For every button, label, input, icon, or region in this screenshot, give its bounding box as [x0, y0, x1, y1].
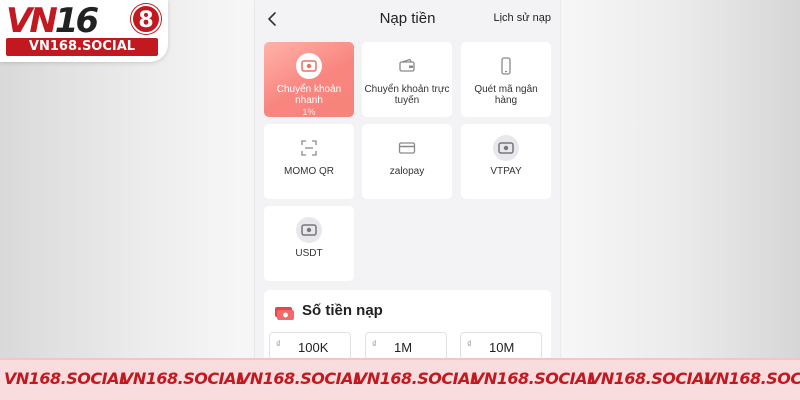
banner-text: VN168.SOCIAL [704, 369, 800, 388]
amount-option-100k[interactable]: ₫ 100K [269, 332, 351, 360]
amount-value: 1M [394, 340, 413, 355]
amount-value: 10M [489, 340, 515, 355]
banner-text: VN168.SOCIAL [589, 369, 714, 388]
amount-option-10m[interactable]: ₫ 10M [460, 332, 542, 360]
method-fee-badge: 1% [302, 107, 316, 117]
logo-wordmark: VN16 [6, 1, 99, 41]
method-label: USDT [295, 248, 323, 259]
currency-symbol: ₫ [372, 339, 377, 349]
wallet-icon [399, 58, 415, 72]
top-bar: Nạp tiền Lịch sử nạp [255, 0, 560, 38]
banner-text: VN168.SOCIAL [4, 369, 129, 388]
amount-section-title: Số tiền nạp [302, 302, 383, 319]
cash-stack-icon [275, 307, 294, 320]
logo-domain-label: VN168.SOCIAL [6, 38, 158, 56]
method-vtpay[interactable]: VTPAY [461, 124, 551, 199]
amount-value: 100K [298, 340, 329, 355]
deposit-screen: Nạp tiền Lịch sử nạp Chuyển khoản nhanh … [255, 0, 560, 360]
amount-option-1m[interactable]: ₫ 1M [365, 332, 447, 360]
watermark-banner: VN168.SOCIAL VN168.SOCIAL VN168.SOCIAL V… [0, 358, 800, 400]
currency-symbol: ₫ [276, 339, 281, 349]
currency-symbol: ₫ [467, 339, 472, 349]
deposit-amount-section: Số tiền nạp ₫ 100K ₫ 1M ₫ 10M [264, 290, 551, 360]
method-usdt[interactable]: USDT [264, 206, 354, 281]
logo-circle-badge: 8 [131, 4, 161, 34]
money-transfer-icon [498, 142, 514, 154]
deposit-history-link[interactable]: Lịch sử nạp [493, 12, 551, 24]
brand-logo: VN16 8 VN168.SOCIAL [0, 0, 168, 62]
method-fast-transfer[interactable]: Chuyển khoản nhanh 1% [264, 42, 354, 117]
method-label: VTPAY [490, 166, 522, 177]
method-label: zalopay [389, 166, 425, 177]
method-momo-qr[interactable]: MOMO QR [264, 124, 354, 199]
qr-scan-icon [301, 140, 317, 156]
method-label: Chuyển khoản trực tuyến [364, 84, 450, 106]
banner-text: VN168.SOCIAL [472, 369, 597, 388]
money-transfer-icon [301, 60, 317, 72]
method-label: Quét mã ngân hàng [474, 84, 538, 106]
card-icon [398, 142, 416, 154]
banner-text: VN168.SOCIAL [355, 369, 480, 388]
method-label: MOMO QR [284, 166, 334, 177]
banner-text: VN168.SOCIAL [238, 369, 363, 388]
banner-text: VN168.SOCIAL [121, 369, 246, 388]
method-online-transfer[interactable]: Chuyển khoản trực tuyến [362, 42, 452, 117]
method-label: Chuyển khoản nhanh [276, 84, 342, 106]
money-transfer-icon [301, 224, 317, 236]
method-zalopay[interactable]: zalopay [362, 124, 452, 199]
phone-icon [501, 57, 511, 75]
method-bank-qr[interactable]: Quét mã ngân hàng [461, 42, 551, 117]
